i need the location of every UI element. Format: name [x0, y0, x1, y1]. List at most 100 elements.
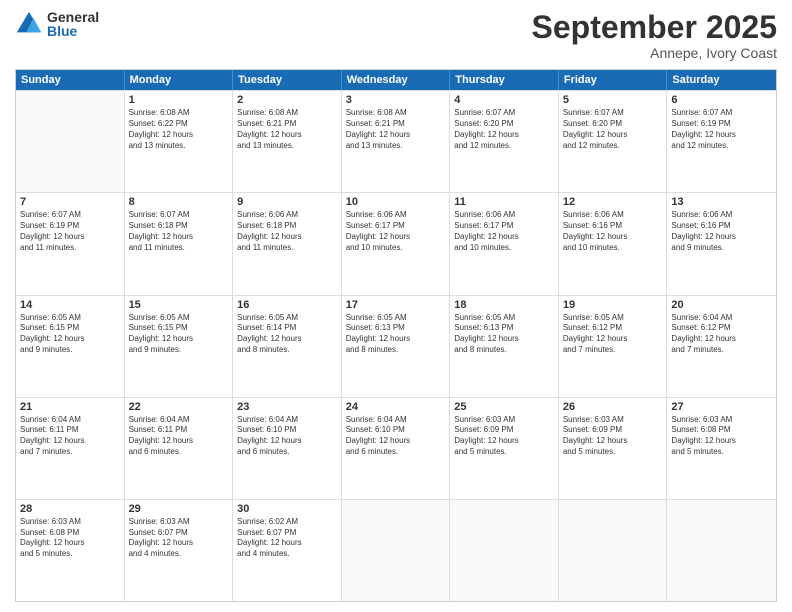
cell-details: Sunrise: 6:03 AMSunset: 6:09 PMDaylight:… — [454, 415, 554, 458]
calendar-row-3: 14 Sunrise: 6:05 AMSunset: 6:15 PMDayligh… — [16, 295, 776, 397]
cell-details: Sunrise: 6:05 AMSunset: 6:13 PMDaylight:… — [346, 313, 446, 356]
cell-details: Sunrise: 6:02 AMSunset: 6:07 PMDaylight:… — [237, 517, 337, 560]
cell-details: Sunrise: 6:06 AMSunset: 6:16 PMDaylight:… — [563, 210, 663, 253]
cell-details: Sunrise: 6:03 AMSunset: 6:08 PMDaylight:… — [20, 517, 120, 560]
day-number: 15 — [129, 299, 229, 311]
header-day-tuesday: Tuesday — [233, 70, 342, 90]
cell-details: Sunrise: 6:04 AMSunset: 6:11 PMDaylight:… — [129, 415, 229, 458]
day-number: 27 — [671, 401, 772, 413]
page: General Blue September 2025 Annepe, Ivor… — [0, 0, 792, 612]
day-number: 6 — [671, 94, 772, 106]
cell-details: Sunrise: 6:04 AMSunset: 6:10 PMDaylight:… — [346, 415, 446, 458]
calendar-body: 1Sunrise: 6:08 AMSunset: 6:22 PMDaylight… — [16, 90, 776, 601]
calendar-cell-day-25: 25 Sunrise: 6:03 AMSunset: 6:09 PMDayligh… — [450, 398, 559, 499]
calendar-cell-empty — [16, 91, 125, 192]
calendar-cell-empty — [342, 500, 451, 601]
cell-details: Sunrise: 6:04 AMSunset: 6:12 PMDaylight:… — [671, 313, 772, 356]
day-number: 22 — [129, 401, 229, 413]
logo-icon — [15, 10, 43, 38]
calendar-cell-day-8: 8 Sunrise: 6:07 AMSunset: 6:18 PMDaylight… — [125, 193, 234, 294]
day-number: 12 — [563, 196, 663, 208]
calendar-cell-day-6: 6 Sunrise: 6:07 AMSunset: 6:19 PMDaylight… — [667, 91, 776, 192]
day-number: 9 — [237, 196, 337, 208]
calendar-cell-day-23: 23 Sunrise: 6:04 AMSunset: 6:10 PMDayligh… — [233, 398, 342, 499]
logo-general: General — [47, 10, 99, 24]
calendar-cell-day-1: 1Sunrise: 6:08 AMSunset: 6:22 PMDaylight… — [125, 91, 234, 192]
cell-details: Sunrise: 6:03 AMSunset: 6:07 PMDaylight:… — [129, 517, 229, 560]
calendar-row-1: 1Sunrise: 6:08 AMSunset: 6:22 PMDaylight… — [16, 90, 776, 192]
logo-blue: Blue — [47, 24, 99, 38]
cell-details: Sunrise: 6:07 AMSunset: 6:18 PMDaylight:… — [129, 210, 229, 253]
day-number: 25 — [454, 401, 554, 413]
cell-details: Sunrise: 6:07 AMSunset: 6:19 PMDaylight:… — [671, 108, 772, 151]
cell-details: Sunrise: 6:05 AMSunset: 6:15 PMDaylight:… — [20, 313, 120, 356]
calendar-header: SundayMondayTuesdayWednesdayThursdayFrid… — [16, 70, 776, 90]
header-day-friday: Friday — [559, 70, 668, 90]
calendar-cell-day-7: 7 Sunrise: 6:07 AMSunset: 6:19 PMDaylight… — [16, 193, 125, 294]
calendar-cell-day-15: 15Sunrise: 6:05 AMSunset: 6:15 PMDayligh… — [125, 296, 234, 397]
month-title: September 2025 — [532, 10, 777, 45]
calendar-cell-day-9: 9 Sunrise: 6:06 AMSunset: 6:18 PMDaylight… — [233, 193, 342, 294]
calendar-cell-day-5: 5Sunrise: 6:07 AMSunset: 6:20 PMDaylight… — [559, 91, 668, 192]
day-number: 21 — [20, 401, 120, 413]
calendar-cell-day-16: 16Sunrise: 6:05 AMSunset: 6:14 PMDayligh… — [233, 296, 342, 397]
day-number: 23 — [237, 401, 337, 413]
calendar-cell-day-30: 30 Sunrise: 6:02 AMSunset: 6:07 PMDayligh… — [233, 500, 342, 601]
cell-details: Sunrise: 6:07 AMSunset: 6:19 PMDaylight:… — [20, 210, 120, 253]
calendar-cell-day-11: 11 Sunrise: 6:06 AMSunset: 6:17 PMDayligh… — [450, 193, 559, 294]
cell-details: Sunrise: 6:08 AMSunset: 6:22 PMDaylight:… — [129, 108, 229, 151]
calendar-cell-day-24: 24Sunrise: 6:04 AMSunset: 6:10 PMDayligh… — [342, 398, 451, 499]
header-day-saturday: Saturday — [667, 70, 776, 90]
calendar-cell-day-28: 28 Sunrise: 6:03 AMSunset: 6:08 PMDayligh… — [16, 500, 125, 601]
calendar-cell-day-3: 3Sunrise: 6:08 AMSunset: 6:21 PMDaylight… — [342, 91, 451, 192]
day-number: 28 — [20, 503, 120, 515]
cell-details: Sunrise: 6:08 AMSunset: 6:21 PMDaylight:… — [237, 108, 337, 151]
calendar-cell-day-19: 19 Sunrise: 6:05 AMSunset: 6:12 PMDayligh… — [559, 296, 668, 397]
cell-details: Sunrise: 6:03 AMSunset: 6:09 PMDaylight:… — [563, 415, 663, 458]
calendar-cell-empty — [667, 500, 776, 601]
day-number: 18 — [454, 299, 554, 311]
calendar-cell-day-18: 18 Sunrise: 6:05 AMSunset: 6:13 PMDayligh… — [450, 296, 559, 397]
day-number: 4 — [454, 94, 554, 106]
calendar-cell-day-14: 14 Sunrise: 6:05 AMSunset: 6:15 PMDayligh… — [16, 296, 125, 397]
day-number: 8 — [129, 196, 229, 208]
calendar-cell-day-21: 21Sunrise: 6:04 AMSunset: 6:11 PMDayligh… — [16, 398, 125, 499]
day-number: 7 — [20, 196, 120, 208]
cell-details: Sunrise: 6:06 AMSunset: 6:18 PMDaylight:… — [237, 210, 337, 253]
cell-details: Sunrise: 6:04 AMSunset: 6:10 PMDaylight:… — [237, 415, 337, 458]
day-number: 2 — [237, 94, 337, 106]
calendar-row-4: 21 Sunrise: 6:04 AMSunset: 6:11 PMDayligh… — [16, 397, 776, 499]
cell-details: Sunrise: 6:06 AMSunset: 6:17 PMDaylight:… — [454, 210, 554, 253]
calendar-cell-day-20: 20Sunrise: 6:04 AMSunset: 6:12 PMDayligh… — [667, 296, 776, 397]
cell-details: Sunrise: 6:06 AMSunset: 6:16 PMDaylight:… — [671, 210, 772, 253]
calendar-row-2: 7 Sunrise: 6:07 AMSunset: 6:19 PMDaylight… — [16, 192, 776, 294]
day-number: 14 — [20, 299, 120, 311]
day-number: 30 — [237, 503, 337, 515]
day-number: 10 — [346, 196, 446, 208]
cell-details: Sunrise: 6:05 AMSunset: 6:14 PMDaylight:… — [237, 313, 337, 356]
cell-details: Sunrise: 6:06 AMSunset: 6:17 PMDaylight:… — [346, 210, 446, 253]
calendar-cell-day-26: 26 Sunrise: 6:03 AMSunset: 6:09 PMDayligh… — [559, 398, 668, 499]
calendar-cell-day-17: 17 Sunrise: 6:05 AMSunset: 6:13 PMDayligh… — [342, 296, 451, 397]
cell-details: Sunrise: 6:05 AMSunset: 6:12 PMDaylight:… — [563, 313, 663, 356]
calendar-cell-day-27: 27Sunrise: 6:03 AMSunset: 6:08 PMDayligh… — [667, 398, 776, 499]
day-number: 26 — [563, 401, 663, 413]
day-number: 19 — [563, 299, 663, 311]
location: Annepe, Ivory Coast — [532, 45, 777, 61]
day-number: 3 — [346, 94, 446, 106]
logo-text: General Blue — [47, 10, 99, 38]
cell-details: Sunrise: 6:05 AMSunset: 6:13 PMDaylight:… — [454, 313, 554, 356]
calendar-cell-day-13: 13 Sunrise: 6:06 AMSunset: 6:16 PMDayligh… — [667, 193, 776, 294]
calendar-cell-day-22: 22 Sunrise: 6:04 AMSunset: 6:11 PMDayligh… — [125, 398, 234, 499]
logo: General Blue — [15, 10, 99, 38]
day-number: 29 — [129, 503, 229, 515]
day-number: 13 — [671, 196, 772, 208]
calendar-cell-day-4: 4Sunrise: 6:07 AMSunset: 6:20 PMDaylight… — [450, 91, 559, 192]
day-number: 17 — [346, 299, 446, 311]
cell-details: Sunrise: 6:07 AMSunset: 6:20 PMDaylight:… — [563, 108, 663, 151]
header-day-wednesday: Wednesday — [342, 70, 451, 90]
header-day-sunday: Sunday — [16, 70, 125, 90]
calendar-cell-day-12: 12 Sunrise: 6:06 AMSunset: 6:16 PMDayligh… — [559, 193, 668, 294]
calendar-cell-day-2: 2 Sunrise: 6:08 AMSunset: 6:21 PMDaylight… — [233, 91, 342, 192]
day-number: 11 — [454, 196, 554, 208]
